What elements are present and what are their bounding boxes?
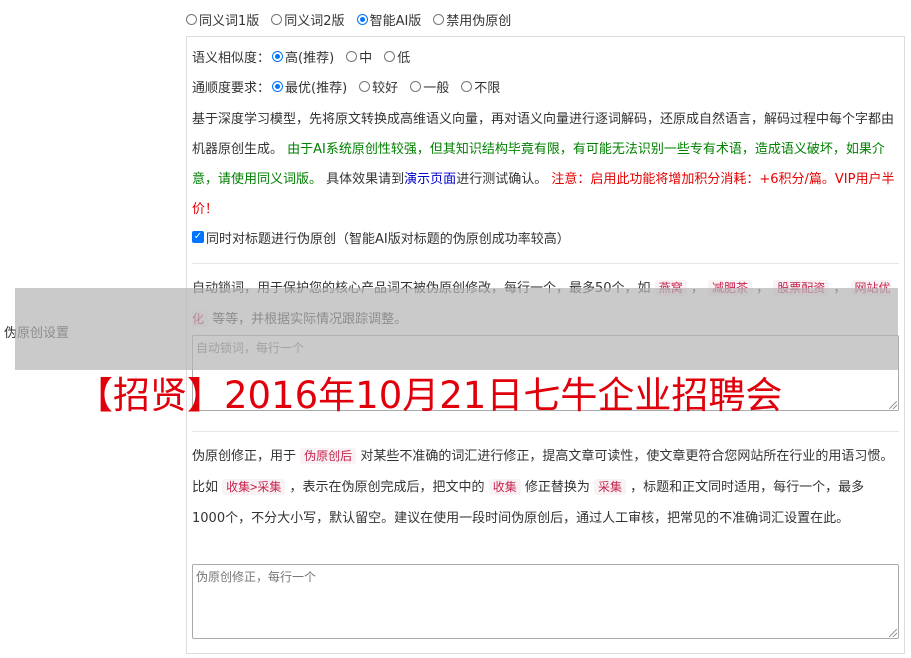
fix-words-description: 伪原创修正，用于 伪原创后 对某些不准确的词汇进行修正，提高文章可读性，使文章更…: [192, 448, 894, 526]
resize-handle-icon[interactable]: [889, 629, 897, 637]
radio-icon[interactable]: [346, 50, 358, 62]
resize-handle-icon[interactable]: [889, 401, 897, 409]
keyword-example: 股票配资: [773, 280, 830, 296]
keyword-example: 减肥茶: [707, 280, 752, 296]
fluency-option-normal[interactable]: 一般: [410, 77, 449, 96]
radio-icon[interactable]: [186, 13, 197, 25]
radio-icon[interactable]: [271, 13, 283, 25]
keyword-example: 收集: [488, 479, 521, 495]
title-rewrite-checkbox-row[interactable]: ✓ 同时对标题进行伪原创（智能AI版对标题的伪原创成功率较高）: [192, 227, 570, 247]
version-radio-group: 同义词1版 同义词2版 智能AI版 禁用伪原创: [186, 10, 523, 29]
fluency-option-any[interactable]: 不限: [461, 77, 500, 96]
keyword-example: 燕窝: [654, 280, 687, 296]
fluency-row: 通顺度要求： 最优(推荐) 较好 一般 不限: [192, 76, 512, 96]
fluency-option-good[interactable]: 较好: [359, 77, 398, 96]
version-option-synonym1[interactable]: 同义词1版: [186, 10, 259, 29]
similarity-option-low[interactable]: 低: [384, 47, 410, 66]
radio-selected-icon[interactable]: [356, 13, 368, 25]
checkbox-checked-icon[interactable]: ✓: [192, 231, 204, 243]
fix-words-placeholder: 伪原创修正，每行一个: [196, 570, 317, 584]
radio-icon[interactable]: [461, 80, 473, 92]
fluency-option-best[interactable]: 最优(推荐): [272, 77, 347, 96]
ai-settings-panel: 语义相似度： 高(推荐) 中 低 通顺度要求： 最优(推荐) 较好 一般 不限 …: [186, 36, 905, 654]
version-option-synonym2[interactable]: 同义词2版: [271, 10, 345, 29]
overlay-title: 【招贤】2016年10月21日七牛企业招聘会: [76, 374, 783, 417]
fluency-label: 通顺度要求：: [192, 80, 271, 96]
divider: [192, 263, 899, 264]
title-rewrite-label: 同时对标题进行伪原创（智能AI版对标题的伪原创成功率较高）: [206, 231, 570, 247]
similarity-row: 语义相似度： 高(推荐) 中 低: [192, 46, 422, 66]
radio-icon[interactable]: [359, 80, 371, 92]
fix-words-textarea[interactable]: 伪原创修正，每行一个: [192, 564, 899, 639]
divider: [192, 431, 899, 432]
version-option-ai[interactable]: 智能AI版: [356, 10, 421, 29]
similarity-option-high[interactable]: 高(推荐): [272, 47, 334, 66]
similarity-option-mid[interactable]: 中: [346, 47, 372, 66]
keyword-example: 收集>采集: [222, 479, 286, 495]
lock-words-placeholder: 自动锁词，每行一个: [196, 341, 305, 355]
side-label: 伪原创设置: [4, 326, 70, 341]
demo-page-link[interactable]: 演示页面: [404, 172, 456, 187]
radio-icon[interactable]: [384, 50, 396, 62]
keyword-example: 采集: [594, 479, 627, 495]
radio-icon[interactable]: [410, 80, 422, 92]
radio-selected-icon[interactable]: [272, 50, 284, 62]
radio-icon[interactable]: [433, 13, 445, 25]
keyword-example: 伪原创后: [300, 448, 357, 464]
version-option-disable[interactable]: 禁用伪原创: [433, 10, 511, 29]
ai-description: 基于深度学习模型，先将原文转换成高维语义向量，再对语义向量进行逐词解码，还原成自…: [192, 112, 895, 217]
radio-selected-icon[interactable]: [272, 80, 284, 92]
lock-words-description: 自动锁词，用于保护您的核心产品词不被伪原创修改，每行一个，最多50个，如 燕窝 …: [192, 280, 891, 327]
similarity-label: 语义相似度：: [192, 50, 271, 66]
